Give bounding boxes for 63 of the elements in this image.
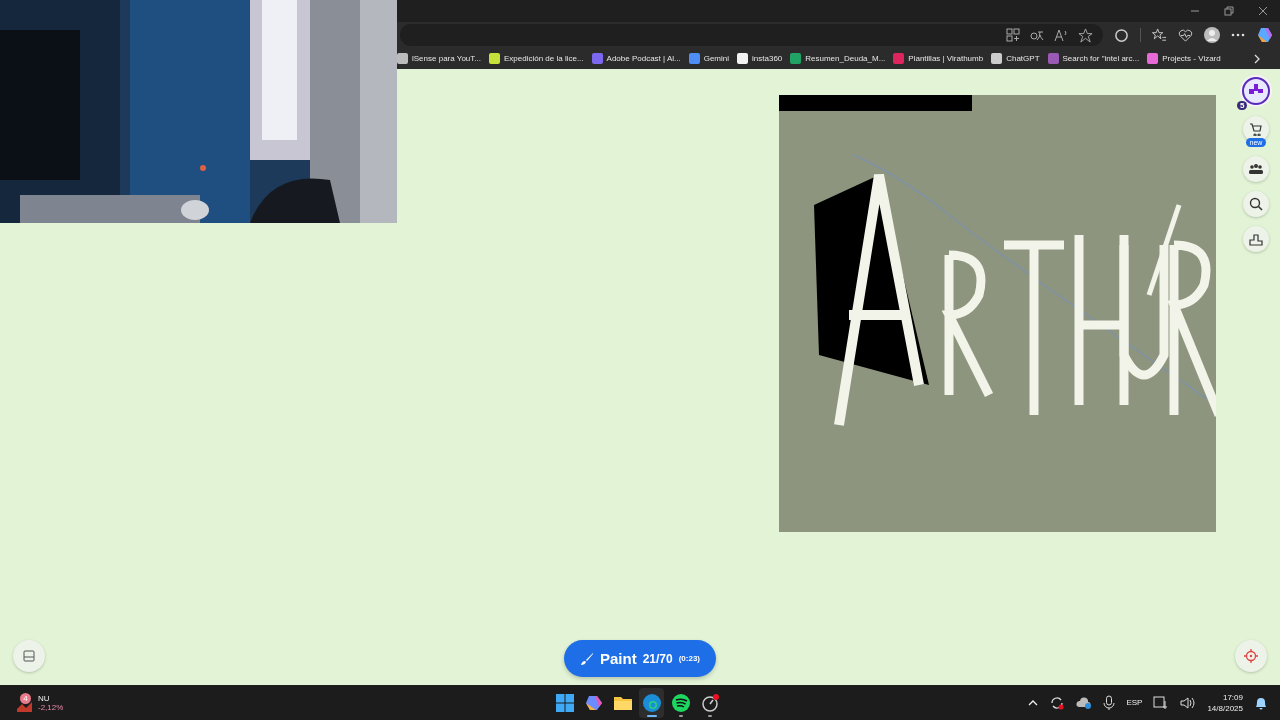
cloud-icon[interactable] [1076, 694, 1093, 711]
people-button[interactable] [1243, 156, 1269, 182]
favicon-icon [893, 53, 905, 64]
people-icon [1249, 163, 1263, 175]
bookmark[interactable]: Resumen_Deuda_M... [790, 53, 886, 64]
star-icon[interactable] [1078, 27, 1093, 43]
favicon-icon [488, 53, 500, 64]
music-app-icon [670, 692, 691, 713]
bookmark[interactable]: Projects - Vizard [1147, 53, 1221, 64]
start-icon [554, 692, 575, 713]
browser-icon [641, 692, 662, 713]
favorites-icon[interactable] [1152, 27, 1167, 43]
chevron-icon[interactable] [1254, 53, 1260, 64]
taskbar-app[interactable] [639, 687, 664, 718]
favicon-icon [591, 53, 603, 64]
copilot-icon[interactable] [1256, 26, 1274, 44]
cart-icon [1249, 122, 1263, 136]
profile-button[interactable]: 5 [1240, 75, 1272, 107]
more-icon[interactable] [1231, 33, 1245, 37]
favicon-icon [737, 53, 749, 64]
microphone-icon[interactable] [1103, 694, 1116, 711]
notification-badge: 4 [20, 692, 31, 704]
bookmark[interactable]: ChatGPT [991, 53, 1040, 64]
bell-icon[interactable] [1254, 695, 1268, 710]
bookmark[interactable]: Adobe Podcast | Al... [591, 53, 681, 64]
heart-pulse-icon[interactable] [1178, 27, 1193, 43]
window-icon [23, 650, 35, 662]
paint-button[interactable]: Paint 21/70 (0:23) [564, 640, 716, 677]
favicon-icon [991, 53, 1003, 64]
sync-icon[interactable] [1049, 694, 1066, 711]
favicon-icon [790, 53, 802, 64]
gauge-icon [699, 692, 720, 713]
favicon-icon [397, 53, 408, 64]
bookmark[interactable]: insta360 [737, 53, 783, 64]
read-aloud-icon[interactable] [1054, 28, 1068, 42]
pixel-logo-icon [1241, 76, 1271, 106]
close-icon[interactable] [1258, 6, 1268, 16]
avatar-icon[interactable] [1204, 27, 1220, 43]
apps-icon[interactable] [1006, 28, 1020, 42]
language-indicator[interactable]: ESP [1126, 698, 1143, 707]
stock-ticker: NU [38, 693, 51, 703]
bookmark[interactable]: Plantillas | Virathumb [893, 53, 984, 64]
restore-icon[interactable] [1224, 6, 1234, 16]
brush-icon [579, 651, 594, 666]
bookmark[interactable]: lSense para YouT... [397, 53, 481, 64]
favicon-icon [1147, 53, 1159, 64]
bookmark[interactable]: Expedición de la lice... [488, 53, 584, 64]
clock[interactable]: 17:09 14/8/2025 [1207, 691, 1243, 714]
volume-icon[interactable] [1180, 694, 1197, 711]
search-icon [1249, 197, 1263, 211]
favicon-icon [1047, 53, 1059, 64]
leaderboard-button[interactable] [1243, 226, 1269, 252]
locate-button[interactable] [1235, 640, 1267, 672]
podium-icon [1249, 232, 1263, 246]
stock-change: -2,12% [38, 702, 64, 712]
search-button[interactable] [1243, 191, 1269, 217]
bookmark[interactable]: Search for "intel arc... [1047, 53, 1140, 64]
crosshair-icon [1244, 649, 1258, 663]
favicon-icon [688, 53, 700, 64]
chevron-up-icon[interactable] [1028, 699, 1039, 706]
bookmark[interactable]: Gemini [688, 53, 730, 64]
stock-widget[interactable]: 4 NU -2,12% [14, 690, 66, 715]
translate-icon[interactable] [1030, 28, 1044, 42]
